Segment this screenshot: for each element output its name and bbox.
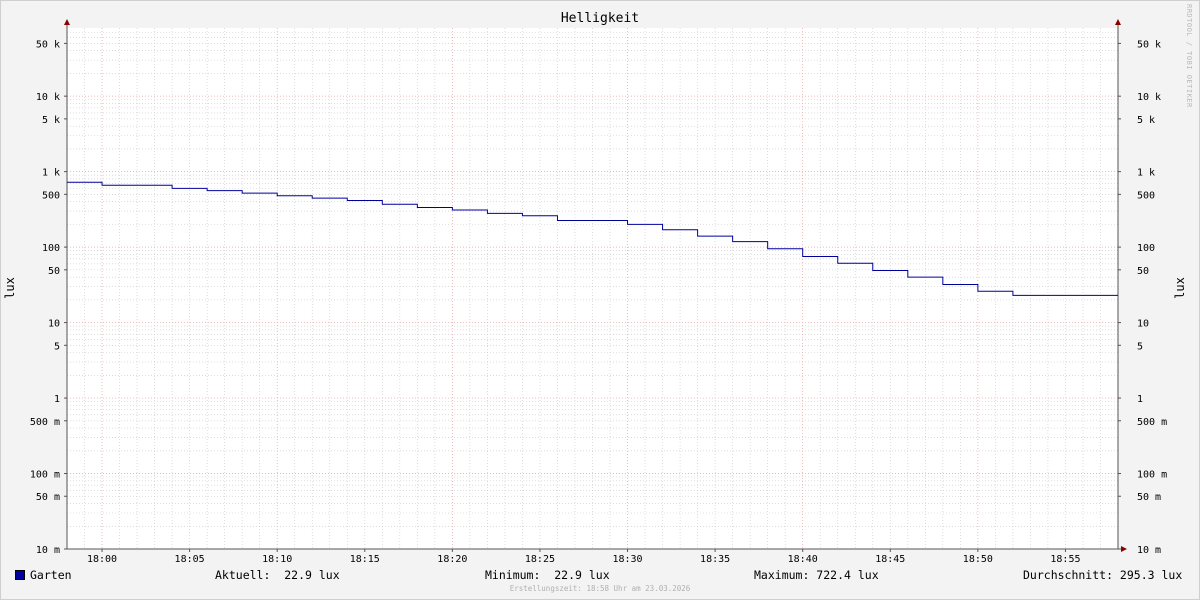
x-tick-label: 18:35 (700, 554, 730, 565)
legend-maximum: Maximum: 722.4 lux (754, 568, 879, 582)
y-tick-label-right: 5 k (1137, 115, 1155, 126)
legend-average: Durchschnitt: 295.3 lux (1023, 568, 1183, 582)
y-tick-label-left: 50 (48, 266, 60, 277)
y-tick-label-right: 50 m (1137, 492, 1161, 503)
legend-swatch-garten (15, 570, 25, 580)
y-axis-label-left: lux (3, 277, 17, 299)
y-tick-label-right: 10 m (1137, 545, 1161, 556)
x-tick-label: 18:55 (1050, 554, 1080, 565)
x-tick-label: 18:05 (175, 554, 205, 565)
y-tick-label-left: 1 k (42, 168, 60, 179)
y-tick-label-left: 5 k (42, 115, 60, 126)
y-tick-label-left: 5 (54, 341, 60, 352)
y-tick-label-right: 100 m (1137, 470, 1167, 481)
y-tick-label-right: 100 (1137, 243, 1155, 254)
x-tick-label: 18:20 (437, 554, 467, 565)
y-tick-label-right: 5 (1137, 341, 1143, 352)
y-tick-label-left: 500 (42, 190, 60, 201)
y-tick-label-left: 50 m (36, 492, 60, 503)
y-tick-label-left: 10 m (36, 545, 60, 556)
x-tick-label: 18:00 (87, 554, 117, 565)
y-tick-label-right: 10 k (1137, 92, 1161, 103)
chart-title: Helligkeit (560, 11, 640, 26)
y-tick-label-left: 100 m (30, 470, 60, 481)
x-tick-label: 18:15 (350, 554, 380, 565)
y-tick-label-left: 10 (48, 319, 60, 330)
legend-minimum: Minimum: 22.9 lux (485, 568, 610, 582)
x-tick-label: 18:30 (612, 554, 642, 565)
legend-current: Aktuell: 22.9 lux (215, 568, 340, 582)
y-tick-label-left: 10 k (36, 92, 60, 103)
x-tick-label: 18:10 (262, 554, 292, 565)
y-tick-label-left: 100 (42, 243, 60, 254)
x-tick-label: 18:40 (788, 554, 818, 565)
creation-time-footer: Erstellungszeit: 18:58 Uhr am 23.03.2026 (509, 584, 691, 593)
x-tick-label: 18:45 (875, 554, 905, 565)
x-axis-arrow-icon (1121, 546, 1127, 552)
x-tick-label: 18:25 (525, 554, 555, 565)
y-tick-label-left: 1 (54, 394, 60, 405)
y-tick-label-right: 10 (1137, 319, 1149, 330)
chart-plot: 50 k 50 k 10 k 10 k 5 k 5 k 1 k 1 k 500 500 100 100… (3, 19, 1187, 565)
x-tick-label: 18:50 (963, 554, 993, 565)
y-tick-label-right: 50 (1137, 266, 1149, 277)
y-tick-label-right: 1 k (1137, 168, 1155, 179)
rrdtool-watermark: RRDTOOL / TOBI OETIKER (1185, 4, 1193, 108)
legend-series-name: Garten (30, 568, 72, 582)
y-tick-label-right: 1 (1137, 394, 1143, 405)
y-tick-label-right: 500 m (1137, 417, 1167, 428)
y-axis-label-right: lux (1173, 277, 1187, 299)
y-tick-label-right: 500 (1137, 190, 1155, 201)
y-tick-label-left: 50 k (36, 39, 60, 50)
y-tick-label-right: 50 k (1137, 39, 1161, 50)
y-tick-label-left: 500 m (30, 417, 60, 428)
